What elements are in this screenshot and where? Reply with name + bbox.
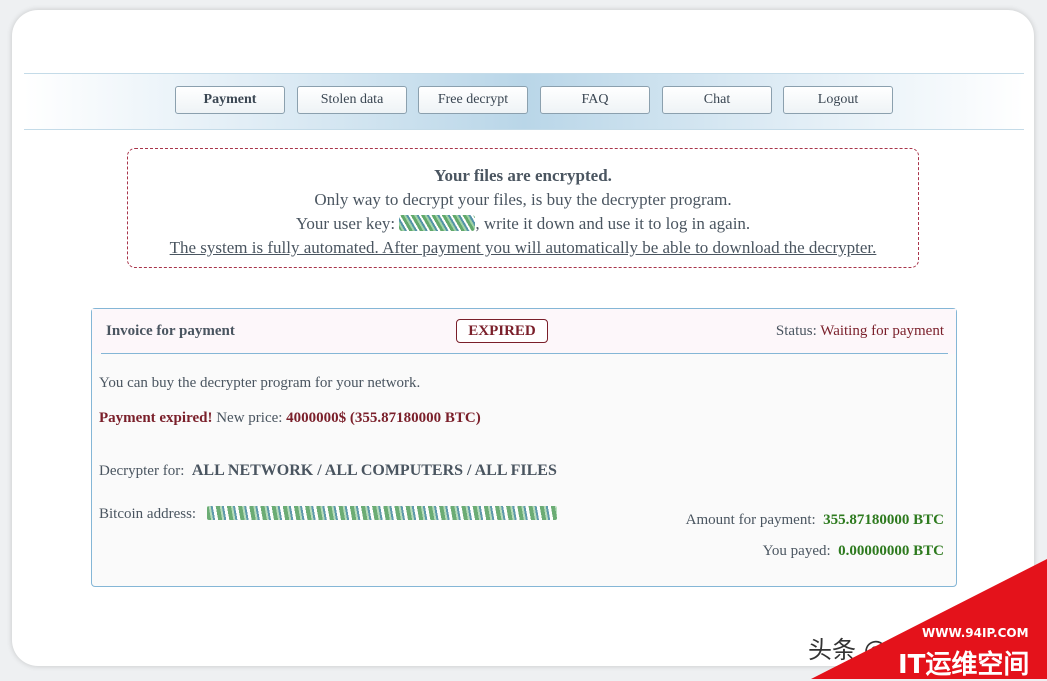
nav-bar: Payment Stolen data Free decrypt FAQ Cha… <box>24 73 1024 130</box>
nav-faq-button[interactable]: FAQ <box>540 86 650 114</box>
decrypter-label: Decrypter for: <box>99 463 185 479</box>
user-key-suffix: , write it down and use it to log in aga… <box>475 214 751 233</box>
new-price-btc: (355.87180000 BTC) <box>349 410 481 426</box>
invoice-title: Invoice for payment <box>106 323 235 339</box>
notice-user-key-line: Your user key: , write it down and use i… <box>128 214 918 234</box>
nav-payment-button[interactable]: Payment <box>175 86 285 114</box>
amount-line: Amount for payment: 355.87180000 BTC <box>686 512 944 529</box>
invoice-header-divider <box>101 353 948 354</box>
status-value: Waiting for payment <box>820 323 944 339</box>
notice-title: Your files are encrypted. <box>434 166 612 185</box>
nav-logout-button[interactable]: Logout <box>783 86 893 114</box>
decrypter-line: Decrypter for: ALL NETWORK / ALL COMPUTE… <box>99 462 557 480</box>
amount-label: Amount for payment: <box>685 512 816 528</box>
notice-automated-text: The system is fully automated. After pay… <box>169 238 877 257</box>
decrypter-value: ALL NETWORK / ALL COMPUTERS / ALL FILES <box>191 462 557 479</box>
status-label: Status: <box>775 323 817 339</box>
new-price-label: New price: <box>216 410 283 426</box>
user-key-redacted <box>399 215 476 231</box>
watermark-url: WWW.94IP.COM <box>922 626 1029 640</box>
payment-status: Status: Waiting for payment <box>776 323 944 340</box>
payed-label: You payed: <box>762 543 831 559</box>
new-price-line: Payment expired! New price: 4000000$ (35… <box>99 410 481 427</box>
payed-value: 0.00000000 BTC <box>838 543 944 559</box>
bitcoin-address-label: Bitcoin address: <box>99 506 197 522</box>
invoice-panel: Invoice for payment EXPIRED Status: Wait… <box>91 308 957 587</box>
nav-stolen-data-button[interactable]: Stolen data <box>297 86 407 114</box>
encryption-notice: Your files are encrypted. Only way to de… <box>127 148 919 268</box>
bitcoin-address-redacted[interactable] <box>207 506 558 520</box>
notice-line: Only way to decrypt your files, is buy t… <box>314 190 732 209</box>
user-key-label: Your user key: <box>295 214 396 233</box>
watermark-brand: IT运维空间 <box>898 650 1030 680</box>
nav-chat-button[interactable]: Chat <box>662 86 772 114</box>
payed-line: You payed: 0.00000000 BTC <box>763 543 944 560</box>
expired-badge: EXPIRED <box>456 319 548 343</box>
amount-value: 355.87180000 BTC <box>823 512 944 528</box>
new-price-value: 4000000$ <box>286 410 347 426</box>
buy-text: You can buy the decrypter program for yo… <box>99 375 421 391</box>
nav-free-decrypt-button[interactable]: Free decrypt <box>418 86 528 114</box>
payment-expired-label: Payment expired! <box>99 410 213 426</box>
bitcoin-address-line: Bitcoin address: <box>99 506 558 523</box>
